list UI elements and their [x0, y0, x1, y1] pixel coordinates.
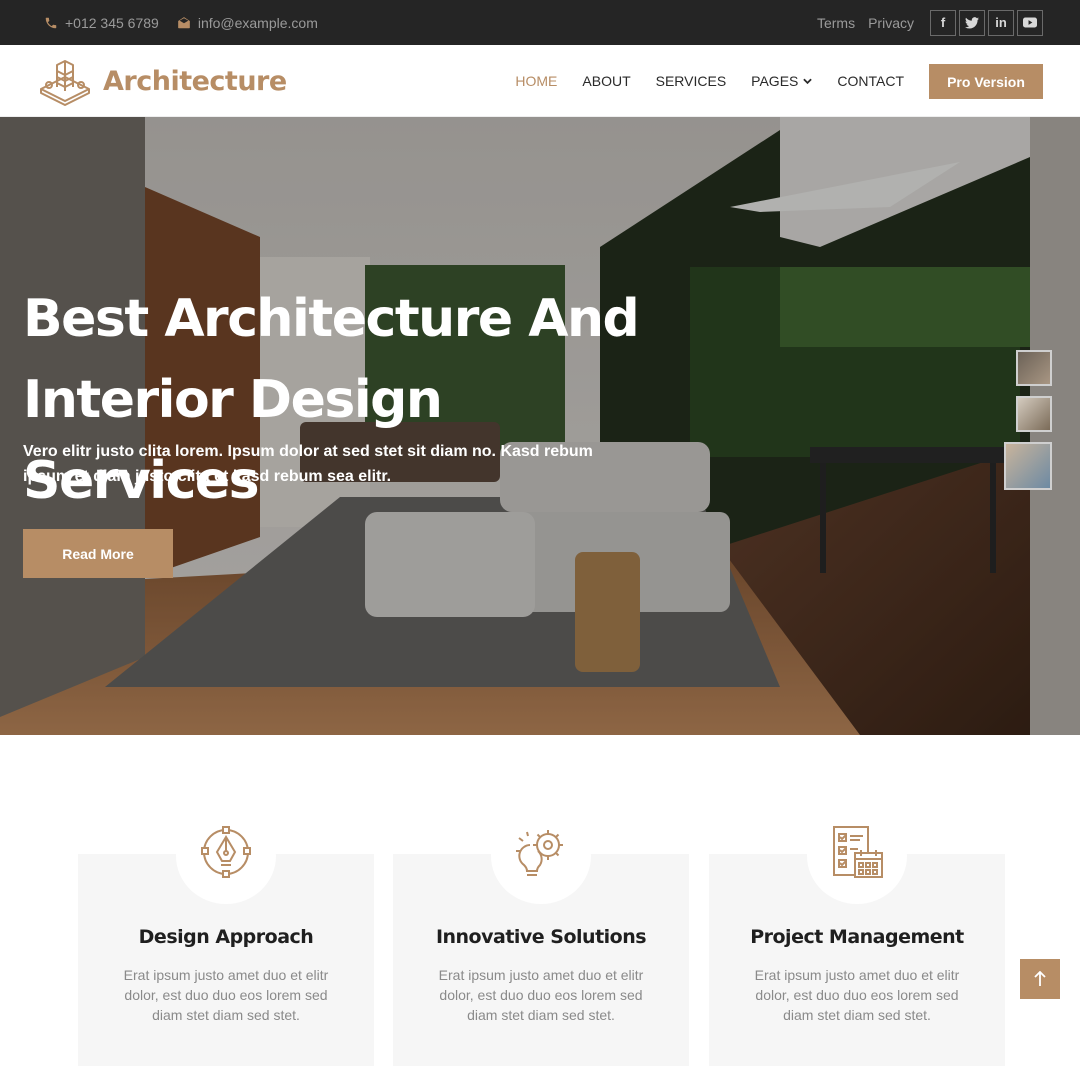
- linkedin-icon[interactable]: in: [988, 9, 1014, 36]
- service-icon-circle: [807, 808, 907, 904]
- carousel-thumbnail-3[interactable]: [1004, 442, 1052, 490]
- service-title: Innovative Solutions: [435, 926, 647, 948]
- navbar: Architecture HOME ABOUT SERVICES PAGES C…: [0, 45, 1080, 117]
- carousel-thumbnails: [1004, 350, 1052, 490]
- phone-number: +012 345 6789: [65, 14, 159, 31]
- nav-services[interactable]: SERVICES: [656, 73, 727, 89]
- nav-pages-label: PAGES: [751, 73, 799, 89]
- contact-info: +012 345 6789 info@example.com: [44, 0, 318, 45]
- service-card-design-approach: Design Approach Erat ipsum justo amet du…: [78, 808, 374, 1066]
- pro-version-button[interactable]: Pro Version: [929, 64, 1043, 99]
- gear-bulb-icon: [516, 830, 563, 876]
- phone-item: +012 345 6789: [44, 15, 159, 31]
- twitter-icon[interactable]: [959, 9, 985, 36]
- facebook-icon[interactable]: f: [930, 9, 956, 36]
- brand-logo[interactable]: Architecture: [37, 55, 287, 107]
- email-item: info@example.com: [177, 15, 318, 31]
- brand-name: Architecture: [103, 65, 287, 97]
- arrow-up-icon: [1034, 971, 1046, 986]
- nav-home[interactable]: HOME: [515, 73, 557, 89]
- chevron-down-icon: [803, 78, 813, 84]
- hero-carousel: Best Architecture And Interior Design Se…: [0, 117, 1080, 735]
- top-bar: +012 345 6789 info@example.com Terms Pri…: [0, 0, 1080, 45]
- envelope-open-icon: [177, 16, 190, 28]
- service-icon-circle: [491, 808, 591, 904]
- privacy-link[interactable]: Privacy: [868, 15, 914, 31]
- service-title: Project Management: [750, 926, 964, 948]
- youtube-icon[interactable]: [1017, 9, 1043, 36]
- read-more-button[interactable]: Read More: [23, 529, 173, 578]
- service-card-project-management: Project Management Erat ipsum justo amet…: [709, 808, 1005, 1066]
- terms-link[interactable]: Terms: [817, 15, 855, 31]
- service-card-innovative-solutions: Innovative Solutions Erat ipsum justo am…: [393, 808, 689, 1066]
- service-title: Design Approach: [138, 926, 314, 948]
- service-text: Erat ipsum justo amet duo et elitr dolor…: [754, 967, 960, 1023]
- nav-pages[interactable]: PAGES: [751, 73, 813, 89]
- hero-title-line1: Best Architecture And: [23, 289, 640, 349]
- service-text: Erat ipsum justo amet duo et elitr dolor…: [123, 967, 329, 1023]
- main-nav: HOME ABOUT SERVICES PAGES CONTACT: [515, 45, 904, 117]
- email-address: info@example.com: [197, 14, 318, 31]
- back-to-top-button[interactable]: [1020, 959, 1060, 999]
- hero-text: Vero elitr justo clita lorem. Ipsum dolo…: [23, 443, 593, 485]
- social-links: f in: [930, 9, 1043, 36]
- nav-about[interactable]: ABOUT: [582, 73, 630, 89]
- carousel-thumbnail-2[interactable]: [1016, 396, 1052, 432]
- nav-contact[interactable]: CONTACT: [837, 73, 904, 89]
- topbar-right: Terms Privacy f in: [817, 0, 1043, 45]
- pen-tool-icon: [201, 826, 251, 878]
- building-logo-icon: [40, 60, 90, 106]
- checklist-calendar-icon: [833, 826, 883, 878]
- service-icon-circle: [176, 808, 276, 904]
- phone-icon: [45, 17, 57, 28]
- carousel-thumbnail-1[interactable]: [1016, 350, 1052, 386]
- service-text: Erat ipsum justo amet duo et elitr dolor…: [438, 967, 644, 1023]
